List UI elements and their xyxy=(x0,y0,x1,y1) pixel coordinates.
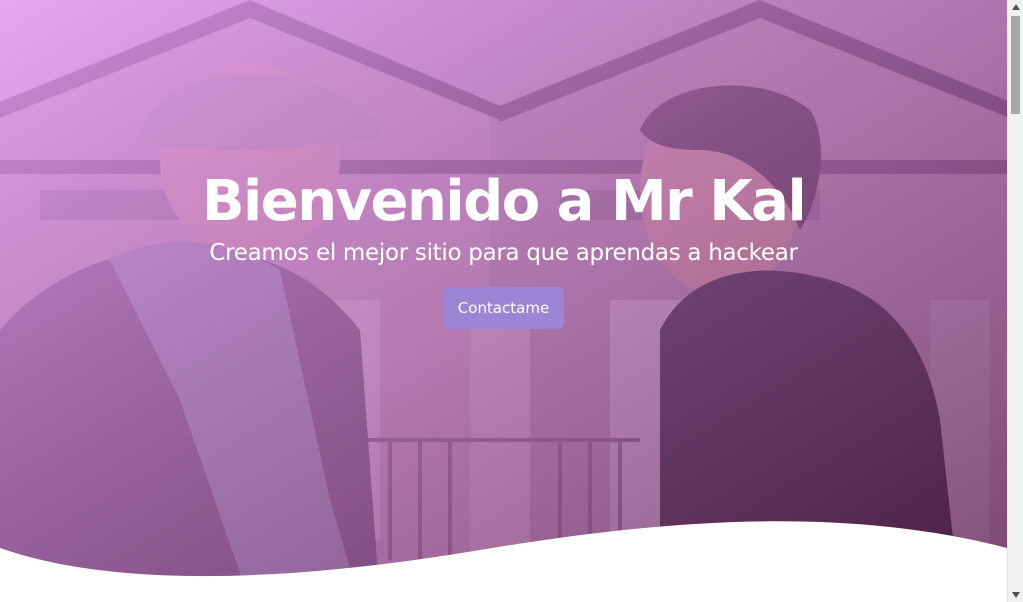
scroll-up-arrow-icon[interactable] xyxy=(1008,0,1023,14)
hero-subtitle: Creamos el mejor sitio para que aprendas… xyxy=(209,240,798,266)
scrollbar-thumb[interactable] xyxy=(1011,16,1020,114)
page-viewport: Bienvenido a Mr Kal Creamos el mejor sit… xyxy=(0,0,1007,602)
contact-button[interactable]: Contactame xyxy=(443,287,564,329)
scroll-down-arrow-icon[interactable] xyxy=(1008,588,1023,602)
vertical-scrollbar[interactable] xyxy=(1007,0,1023,602)
hero-section: Bienvenido a Mr Kal Creamos el mejor sit… xyxy=(0,0,1007,602)
hero-bottom-wave xyxy=(0,521,1007,602)
hero-title: Bienvenido a Mr Kal xyxy=(201,169,807,234)
